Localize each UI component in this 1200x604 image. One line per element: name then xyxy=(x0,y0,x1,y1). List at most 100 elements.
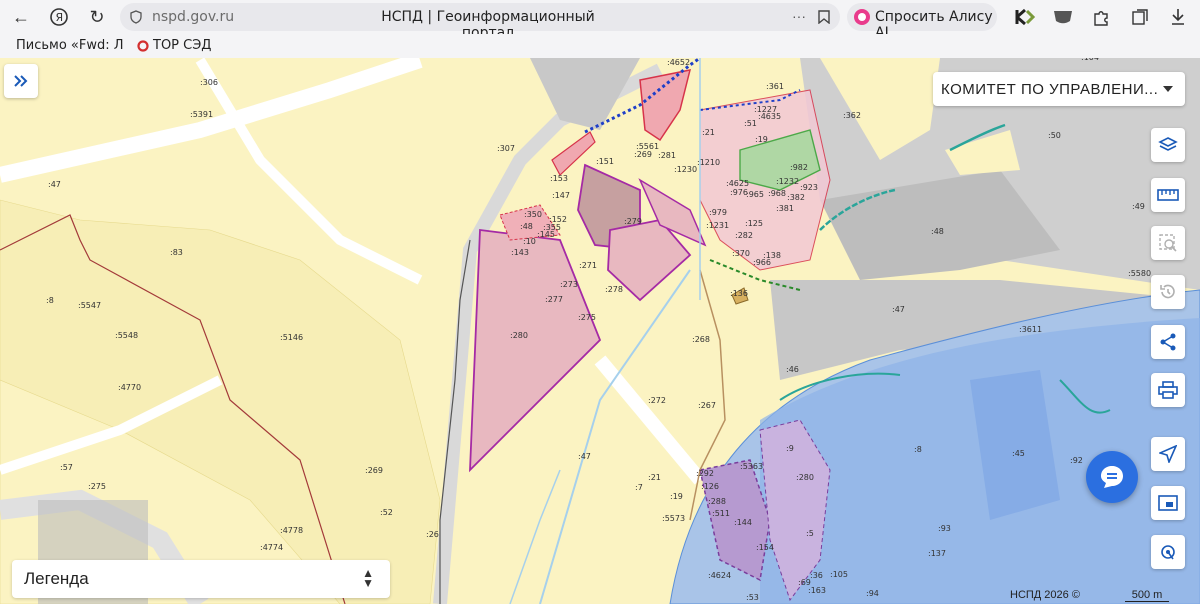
printer-icon xyxy=(1158,381,1178,399)
double-chevron-right-icon xyxy=(14,75,28,87)
parcel-label: :350 xyxy=(524,210,542,219)
parcel-label: :1227 xyxy=(754,105,777,114)
parcel-label: :5391 xyxy=(190,110,213,119)
target-icon xyxy=(1161,545,1175,560)
parcel-label: :281 xyxy=(658,151,676,160)
history-button[interactable] xyxy=(1151,275,1185,309)
parcel-label: :136 xyxy=(730,289,748,298)
parcel-label: :4770 xyxy=(118,383,141,392)
parcel-label: :94 xyxy=(866,589,879,598)
more-menu-icon[interactable]: ··· xyxy=(792,8,806,24)
parcel-label: :1210 xyxy=(697,158,720,167)
parcel-label: :269 xyxy=(365,466,383,475)
parcel-label: :36 xyxy=(810,571,823,580)
parcel-label: :382 xyxy=(787,193,805,202)
locate-button[interactable] xyxy=(1151,437,1185,471)
basemap-button[interactable] xyxy=(1151,486,1185,520)
parcel-label: :923 xyxy=(800,183,818,192)
parcel-label: :362 xyxy=(843,111,861,120)
bookmarks-bar: Письмо «Fwd: Лег ТОР СЭД xyxy=(0,34,1200,59)
parcel-label: :8 xyxy=(914,445,922,454)
committee-select[interactable]: КОМИТЕТ ПО УПРАВЛЕНИ... xyxy=(933,72,1185,106)
legend-panel[interactable]: Легенда ▲ ▼ xyxy=(12,560,390,598)
expand-panel-button[interactable] xyxy=(4,64,38,98)
parcel-label: :8 xyxy=(46,296,54,305)
chat-button[interactable] xyxy=(1086,451,1138,503)
parcel-label: :279 xyxy=(624,217,642,226)
parcel-label: :4624 xyxy=(708,571,731,580)
parcel-label: :163 xyxy=(808,586,826,595)
parcel-label: :4652 xyxy=(667,58,690,67)
extensions-puzzle-icon[interactable] xyxy=(1089,5,1113,29)
parcel-label: :57 xyxy=(60,463,73,472)
parcel-label: :26 xyxy=(426,530,439,539)
extension-shield-icon[interactable] xyxy=(1051,5,1075,29)
ruler-icon xyxy=(1157,189,1179,201)
kontur-extension-icon[interactable] xyxy=(1013,5,1037,29)
geolocation-button[interactable] xyxy=(1151,535,1185,569)
bookmark-tor-sed[interactable]: ТОР СЭД xyxy=(137,38,211,53)
parcel-label: :45 xyxy=(1012,449,1025,458)
bookmark-mail[interactable]: Письмо «Fwd: Лег xyxy=(12,38,124,53)
caret-down-icon xyxy=(1163,86,1173,92)
parcel-label: :137 xyxy=(928,549,946,558)
scale-bar: 500 m xyxy=(1125,589,1169,602)
parcel-label: :153 xyxy=(550,174,568,183)
parcel-label: :280 xyxy=(510,331,528,340)
parcel-label: :306 xyxy=(200,78,218,87)
parcel-label: :5547 xyxy=(78,301,101,310)
parcel-label: :277 xyxy=(545,295,563,304)
history-icon xyxy=(1160,284,1175,299)
parcel-label: :83 xyxy=(170,248,183,257)
parcel-label: :154 xyxy=(756,543,774,552)
parcel-label: :47 xyxy=(578,452,591,461)
parcel-label: :275 xyxy=(88,482,106,491)
map-canvas[interactable]: :306:5391:47:83:8:5547:5548:4770:57:275:… xyxy=(0,58,1200,604)
area-select-button[interactable] xyxy=(1151,226,1185,260)
parcel-label: :307 xyxy=(497,144,515,153)
parcel-label: :147 xyxy=(552,191,570,200)
address-bar[interactable]: nspd.gov.ru НСПД | Геоинформационный пор… xyxy=(120,3,840,41)
ruler-button[interactable] xyxy=(1151,178,1185,212)
parcel-label: :21 xyxy=(648,473,661,482)
shield-icon xyxy=(130,10,142,24)
share-button[interactable] xyxy=(1151,325,1185,359)
parcel-label: :288 xyxy=(708,497,726,506)
parcel-label: :5363 xyxy=(740,462,763,471)
parcel-label: :282 xyxy=(735,231,753,240)
bookmark-mail-label: Письмо «Fwd: Лег xyxy=(16,38,124,53)
parcel-label: :47 xyxy=(892,305,905,314)
parcel-label: :361 xyxy=(766,82,784,91)
parcel-label: :267 xyxy=(698,401,716,410)
parcel-label: :19 xyxy=(755,135,768,144)
back-icon[interactable]: ← xyxy=(6,2,36,32)
parcel-label: :46 xyxy=(786,365,799,374)
bookmark-tor-sed-label: ТОР СЭД xyxy=(153,38,212,53)
parcel-label: :125 xyxy=(745,219,763,228)
ring-icon xyxy=(137,39,149,52)
download-icon[interactable] xyxy=(1166,5,1190,29)
parcel-label: :51 xyxy=(744,119,757,128)
parcel-label: :4774 xyxy=(260,543,283,552)
committee-select-value: КОМИТЕТ ПО УПРАВЛЕНИ... xyxy=(941,81,1159,98)
svg-text:Я: Я xyxy=(56,11,64,24)
bookmark-icon[interactable] xyxy=(818,10,830,24)
parcel-label: :5146 xyxy=(280,333,303,342)
collections-icon[interactable] xyxy=(1128,5,1152,29)
parcel-label: :280 xyxy=(796,473,814,482)
print-button[interactable] xyxy=(1151,373,1185,407)
parcel-label: :5580 xyxy=(1128,269,1151,278)
parcel-label: :5573 xyxy=(662,514,685,523)
layers-icon xyxy=(1158,137,1178,151)
yandex-icon[interactable]: Я xyxy=(44,2,74,32)
parcel-label: :269 xyxy=(634,150,652,159)
parcel-label: :10 xyxy=(523,237,536,246)
parcel-label: :268 xyxy=(692,335,710,344)
parcel-label: :1230 xyxy=(674,165,697,174)
ask-alice-button[interactable]: Спросить Алису AI xyxy=(847,3,997,41)
layers-button[interactable] xyxy=(1151,128,1185,162)
parcel-label: :144 xyxy=(734,518,752,527)
parcel-label: :272 xyxy=(648,396,666,405)
parcel-label: :982 xyxy=(790,163,808,172)
reload-icon[interactable]: ↻ xyxy=(82,2,112,32)
